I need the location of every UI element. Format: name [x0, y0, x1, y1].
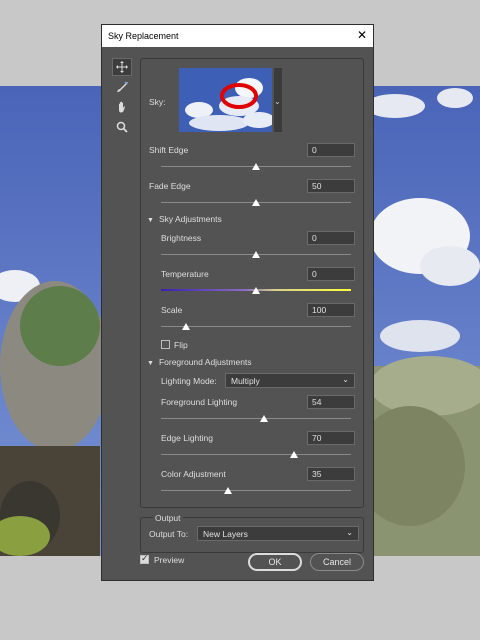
brightness-slider-thumb[interactable]	[252, 251, 260, 258]
sky-brush-icon[interactable]	[112, 78, 132, 96]
red-annotation-circle	[220, 83, 258, 109]
lighting-mode-select[interactable]: Multiply ⌄	[225, 373, 355, 388]
cancel-button[interactable]: Cancel	[310, 553, 364, 571]
scale-label: Scale	[161, 305, 183, 315]
settings-panel: Sky: ⌄ Shift Edge 0 Fade Edge 50 ▼ Sky Ad…	[140, 58, 364, 508]
chevron-down-icon: ⌄	[274, 97, 281, 106]
color-adjustment-slider[interactable]	[161, 490, 351, 491]
sky-adjustments-section-toggle[interactable]: ▼ Sky Adjustments	[147, 214, 222, 224]
collapse-arrow-icon: ▼	[147, 217, 154, 224]
flip-checkbox[interactable]	[161, 340, 170, 349]
sky-adjustments-title: Sky Adjustments	[158, 214, 222, 224]
scale-field[interactable]: 100	[307, 303, 355, 317]
foreground-lighting-label: Foreground Lighting	[161, 397, 238, 407]
title-bar: Sky Replacement ✕	[102, 25, 373, 47]
fade-edge-label: Fade Edge	[149, 181, 191, 191]
edge-lighting-slider[interactable]	[161, 454, 351, 455]
edge-lighting-slider-thumb[interactable]	[290, 451, 298, 458]
lighting-mode-label: Lighting Mode:	[161, 376, 217, 386]
ok-button[interactable]: OK	[248, 553, 302, 571]
fade-edge-slider-thumb[interactable]	[252, 199, 260, 206]
foreground-adjustments-title: Foreground Adjustments	[158, 357, 252, 367]
temperature-field[interactable]: 0	[307, 267, 355, 281]
color-adjustment-slider-thumb[interactable]	[223, 487, 232, 494]
temperature-label: Temperature	[161, 269, 209, 279]
hand-icon[interactable]	[112, 98, 132, 116]
output-to-select[interactable]: New Layers ⌄	[197, 526, 359, 541]
lighting-mode-value: Multiply	[231, 376, 260, 386]
preview-label: Preview	[154, 555, 185, 565]
close-icon[interactable]: ✕	[357, 28, 367, 42]
output-box: Output Output To: New Layers ⌄	[140, 513, 364, 553]
color-adjustment-field[interactable]: 35	[307, 467, 355, 481]
foreground-adjustments-section-toggle[interactable]: ▼ Foreground Adjustments	[147, 357, 252, 367]
tool-column	[112, 58, 132, 138]
flip-label: Flip	[174, 340, 188, 350]
shift-edge-label: Shift Edge	[149, 145, 189, 155]
move-tool-icon[interactable]	[112, 58, 132, 76]
color-adjustment-label: Color Adjustment	[161, 469, 226, 479]
dialog-title: Sky Replacement	[108, 31, 179, 41]
output-to-value: New Layers	[203, 529, 248, 539]
sky-preset-dropdown[interactable]: ⌄	[274, 68, 282, 132]
chevron-down-icon: ⌄	[346, 528, 353, 537]
edge-lighting-label: Edge Lighting	[161, 433, 213, 443]
scale-slider-thumb[interactable]	[181, 323, 190, 330]
foreground-lighting-slider-thumb[interactable]	[259, 415, 268, 422]
chevron-down-icon: ⌄	[342, 375, 349, 384]
fade-edge-field[interactable]: 50	[307, 179, 355, 193]
zoom-icon[interactable]	[112, 118, 132, 136]
brightness-field[interactable]: 0	[307, 231, 355, 245]
collapse-arrow-icon: ▼	[147, 360, 154, 367]
temperature-slider-thumb[interactable]	[252, 287, 260, 294]
shift-edge-slider-thumb[interactable]	[252, 163, 260, 170]
preview-checkbox[interactable]	[140, 553, 149, 564]
brightness-label: Brightness	[161, 233, 202, 243]
output-title: Output	[153, 513, 183, 523]
edge-lighting-field[interactable]: 70	[307, 431, 355, 445]
sky-replacement-dialog: Sky Replacement ✕ Sky: ⌄ Shift Edge 0 Fa…	[101, 24, 374, 581]
sky-label: Sky:	[149, 97, 166, 107]
output-to-label: Output To:	[149, 529, 189, 539]
foreground-lighting-slider[interactable]	[161, 418, 351, 419]
foreground-lighting-field[interactable]: 54	[307, 395, 355, 409]
shift-edge-field[interactable]: 0	[307, 143, 355, 157]
